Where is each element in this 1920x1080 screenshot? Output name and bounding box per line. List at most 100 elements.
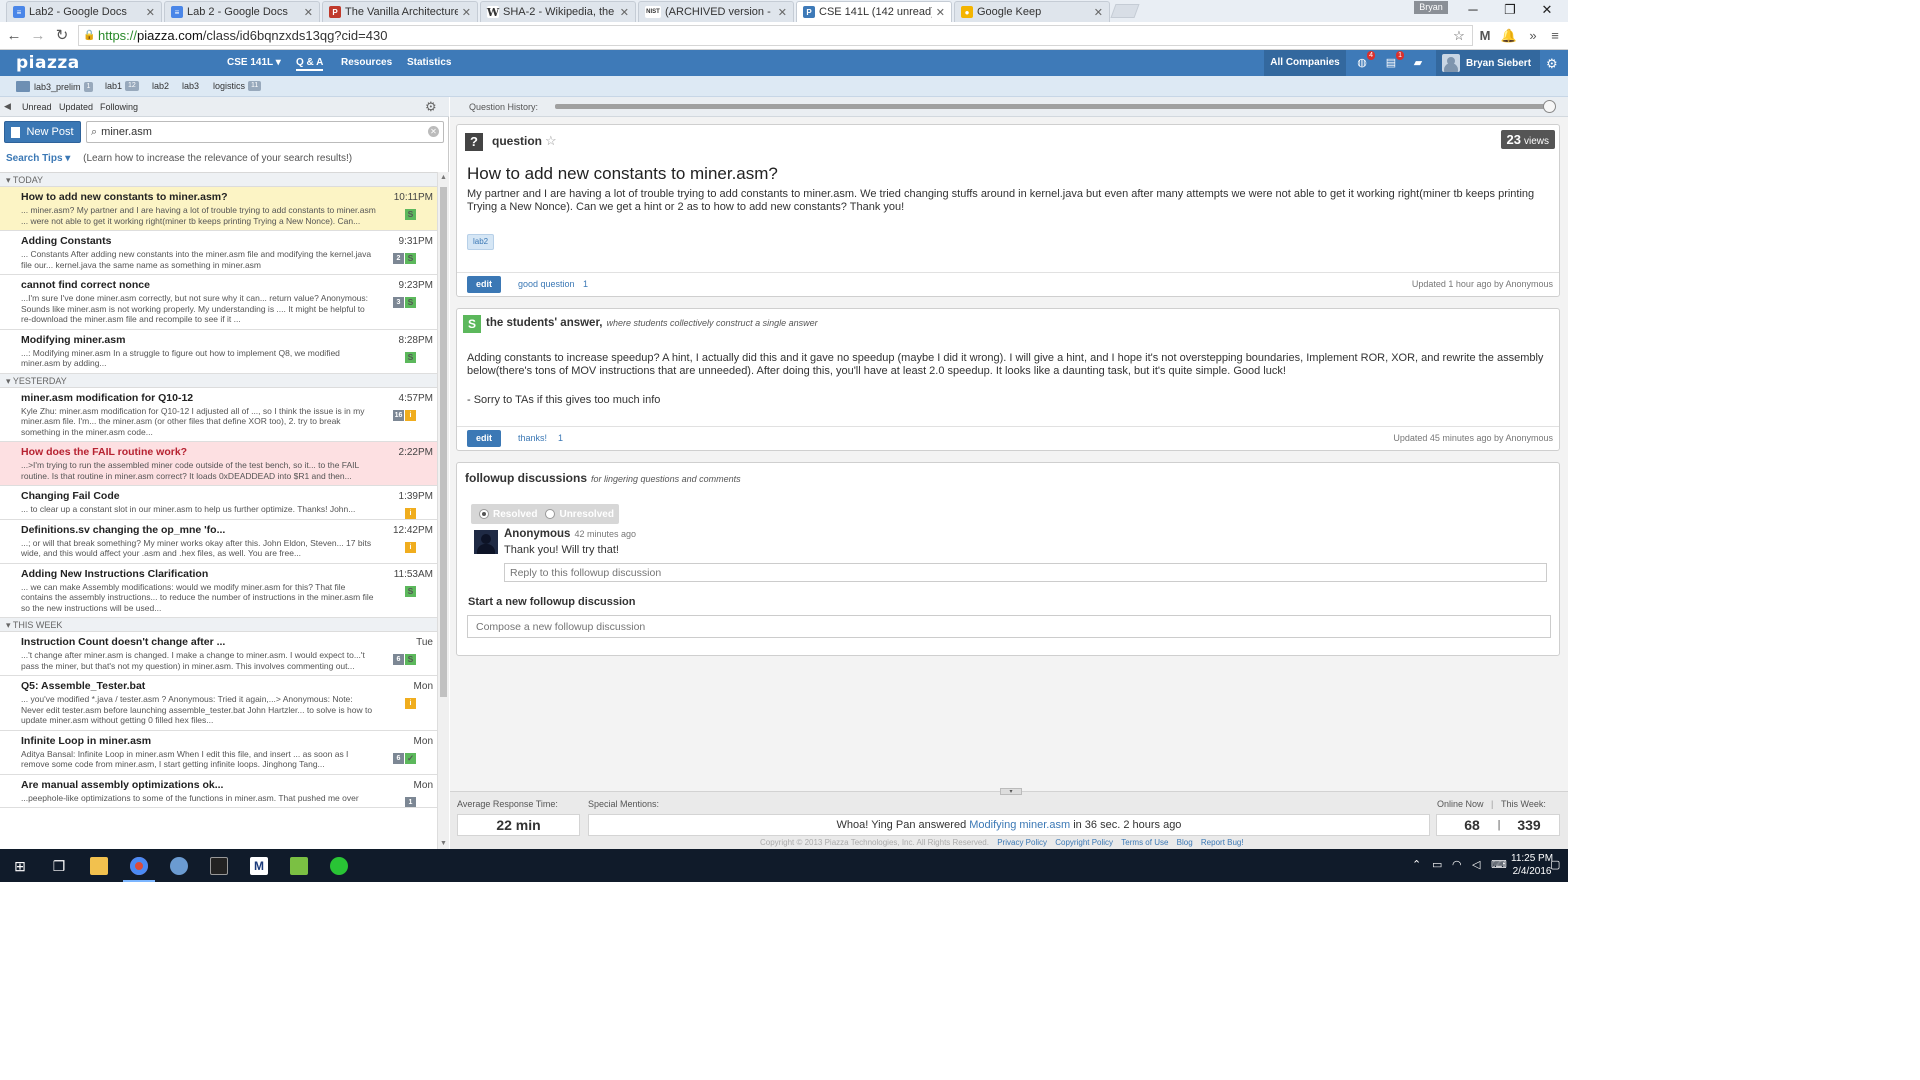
browser-tab[interactable]: ≡ Lab2 - Google Docs ✕: [6, 1, 162, 22]
language-icon[interactable]: ⌨: [1491, 858, 1507, 871]
restore-icon[interactable]: ❐: [1495, 2, 1525, 18]
resolved-radio[interactable]: [479, 509, 489, 519]
search-input[interactable]: [101, 126, 422, 138]
notification-bell-icon[interactable]: 🔔: [1500, 27, 1518, 45]
report-bug-link[interactable]: Report Bug!: [1201, 838, 1244, 847]
gmail-extension-icon[interactable]: M: [1476, 27, 1494, 45]
copyright-policy-link[interactable]: Copyright Policy: [1055, 838, 1113, 847]
close-icon[interactable]: ✕: [462, 6, 471, 19]
question-history-slider[interactable]: [555, 104, 1550, 109]
modelsim-icon[interactable]: M: [246, 853, 272, 879]
nav-qa[interactable]: Q & A: [296, 57, 324, 71]
browser-tab[interactable]: NIST (ARCHIVED version - use t✕: [638, 1, 794, 22]
chrome-menu-icon[interactable]: ≡: [1546, 27, 1564, 45]
compose-followup-input[interactable]: [467, 615, 1551, 638]
filter-updated[interactable]: Updated: [59, 102, 93, 112]
feed-item[interactable]: Adding New Instructions Clarification...…: [0, 564, 437, 618]
scroll-down-arrow-icon[interactable]: ▼: [440, 840, 447, 847]
terminal-icon[interactable]: [206, 853, 232, 879]
feed-group-header[interactable]: ▾ THIS WEEK: [0, 618, 437, 632]
close-icon[interactable]: ✕: [620, 6, 629, 19]
close-icon[interactable]: ✕: [146, 6, 155, 19]
extensions-overflow-icon[interactable]: »: [1524, 27, 1542, 45]
blog-link[interactable]: Blog: [1177, 838, 1193, 847]
settings-gear-icon[interactable]: ⚙: [1546, 56, 1558, 72]
globe-notification-icon[interactable]: ◍ 4: [1355, 51, 1375, 70]
chat-icon[interactable]: ▰: [1411, 56, 1425, 70]
thanks-link[interactable]: thanks!: [518, 433, 547, 443]
forward-arrow-icon[interactable]: →: [28, 26, 48, 46]
minimize-icon[interactable]: ─: [1458, 2, 1488, 17]
nav-resources[interactable]: Resources: [341, 57, 392, 68]
close-icon[interactable]: ✕: [1094, 6, 1103, 19]
feed-settings-gear-icon[interactable]: ⚙: [425, 99, 437, 115]
collapse-caret-icon[interactable]: ▾: [6, 175, 13, 185]
collapse-arrow-icon[interactable]: ◀: [4, 101, 11, 112]
feed-item[interactable]: How does the FAIL routine work? ...>I'm t…: [0, 442, 437, 486]
taskbar-clock[interactable]: 11:25 PM 2/4/2016: [1511, 852, 1553, 878]
browser-tab[interactable]: ≡ Lab 2 - Google Docs ✕: [164, 1, 320, 22]
close-icon[interactable]: ✕: [936, 6, 945, 19]
battery-icon[interactable]: ▭: [1432, 858, 1442, 871]
folder-lab3[interactable]: lab3: [182, 81, 199, 91]
star-icon[interactable]: ☆: [545, 133, 557, 149]
app-icon[interactable]: [166, 853, 192, 879]
tag-lab2[interactable]: lab2: [467, 234, 495, 250]
line-messenger-icon[interactable]: [326, 853, 352, 879]
nav-statistics[interactable]: Statistics: [407, 57, 451, 68]
feed-scrollbar[interactable]: ▲ ▼: [437, 172, 449, 849]
feed-item[interactable]: cannot find correct nonce ...I'm sure I'v…: [0, 275, 437, 330]
browser-tab[interactable]: P The Vanilla Architecture.p(✕: [322, 1, 478, 22]
expand-stats-icon[interactable]: ▾: [1000, 788, 1022, 795]
tray-overflow-icon[interactable]: ⌃: [1412, 858, 1421, 871]
clear-search-icon[interactable]: ✕: [428, 126, 439, 137]
terms-of-use-link[interactable]: Terms of Use: [1121, 838, 1168, 847]
folder-lab2[interactable]: lab2: [152, 81, 169, 91]
task-view-icon[interactable]: ❐: [46, 853, 72, 879]
browser-tab[interactable]: W SHA-2 - Wikipedia, the fre✕: [480, 1, 636, 22]
scrollbar-thumb[interactable]: [440, 187, 447, 697]
feed-item[interactable]: How to add new constants to miner.asm?..…: [0, 187, 437, 231]
new-post-button[interactable]: New Post: [4, 121, 81, 143]
wifi-icon[interactable]: ◠: [1452, 858, 1462, 871]
feed-item[interactable]: miner.asm modification for Q10-12 Kyle Zh…: [0, 388, 437, 442]
mention-post-link[interactable]: Modifying miner.asm: [969, 819, 1070, 831]
filter-following[interactable]: Following: [100, 102, 138, 112]
feed-item[interactable]: Adding Constants ... Constants After addi…: [0, 231, 437, 275]
chrome-icon[interactable]: [126, 853, 152, 879]
all-companies-button[interactable]: All Companies: [1264, 50, 1346, 76]
new-tab-button[interactable]: [1110, 4, 1140, 18]
browser-tab[interactable]: ● Google Keep ✕: [954, 1, 1110, 22]
folder-logistics[interactable]: logistics 11: [213, 81, 262, 91]
course-dropdown[interactable]: CSE 141L ▾: [227, 57, 281, 68]
edit-answer-button[interactable]: edit: [467, 430, 502, 447]
feed-item[interactable]: Infinite Loop in miner.asm Aditya Bansal:…: [0, 731, 437, 775]
privacy-policy-link[interactable]: Privacy Policy: [997, 838, 1047, 847]
piazza-logo[interactable]: piazza: [16, 53, 80, 73]
search-tips-link[interactable]: Search Tips ▾: [6, 153, 70, 164]
windows-start-icon[interactable]: ⊞: [7, 853, 33, 879]
feed-item[interactable]: Q5: Assemble_Tester.bat ... you've modifi…: [0, 676, 437, 731]
unresolved-radio[interactable]: [545, 509, 556, 519]
volume-icon[interactable]: ◁: [1472, 858, 1480, 871]
feed-group-header[interactable]: ▾ YESTERDAY: [0, 373, 437, 388]
back-arrow-icon[interactable]: ←: [4, 26, 24, 46]
file-explorer-icon[interactable]: [86, 853, 112, 879]
good-question-link[interactable]: good question: [518, 279, 575, 289]
reload-icon[interactable]: ↻: [52, 26, 72, 46]
collapse-caret-icon[interactable]: ▾: [6, 376, 13, 386]
close-icon[interactable]: ✕: [778, 6, 787, 19]
feed-item[interactable]: Definitions.sv changing the op_mne 'fo..…: [0, 520, 437, 564]
action-center-icon[interactable]: ▢: [1550, 858, 1560, 871]
notepad-icon[interactable]: [286, 853, 312, 879]
collapse-caret-icon[interactable]: ▾: [6, 620, 13, 630]
reply-input[interactable]: [504, 563, 1547, 582]
folder-lab1[interactable]: lab1 12: [105, 81, 139, 91]
url-bar[interactable]: 🔒 https://piazza.com/class/id6bqnzxds13q…: [78, 25, 1473, 46]
feed-item[interactable]: Modifying miner.asm...: Modifying miner.…: [0, 330, 437, 374]
window-close-icon[interactable]: ✕: [1532, 2, 1562, 18]
close-icon[interactable]: ✕: [304, 6, 313, 19]
bookmark-star-icon[interactable]: ☆: [1450, 27, 1468, 45]
browser-tab-active[interactable]: P CSE 141L (142 unread) ✕: [796, 1, 952, 22]
folder-lab3-prelim[interactable]: lab3_prelim 1: [16, 81, 94, 92]
